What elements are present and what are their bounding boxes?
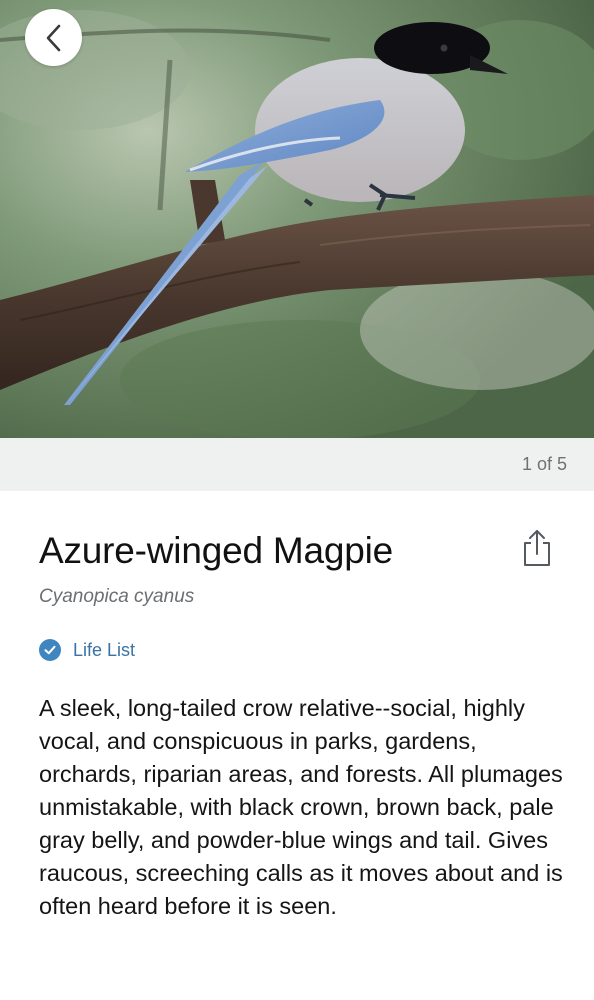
checkmark-icon: [39, 639, 61, 661]
share-icon: [519, 530, 555, 572]
species-common-name: Azure-winged Magpie: [39, 530, 394, 571]
species-description: A sleek, long-tailed crow relative--soci…: [39, 695, 563, 919]
share-button[interactable]: [519, 528, 555, 568]
scientific-name: Cyanopica cyanus: [39, 586, 195, 607]
photo-counter: 1 of 5: [521, 454, 567, 474]
bird-illustration: [0, 0, 594, 438]
gallery-counter-bar: 1 of 5: [0, 438, 594, 491]
chevron-left-icon: [45, 24, 63, 52]
back-button[interactable]: [25, 9, 82, 66]
bird-photo[interactable]: [0, 0, 594, 438]
life-list-toggle[interactable]: Life List: [39, 639, 135, 661]
life-list-label: Life List: [73, 639, 136, 660]
